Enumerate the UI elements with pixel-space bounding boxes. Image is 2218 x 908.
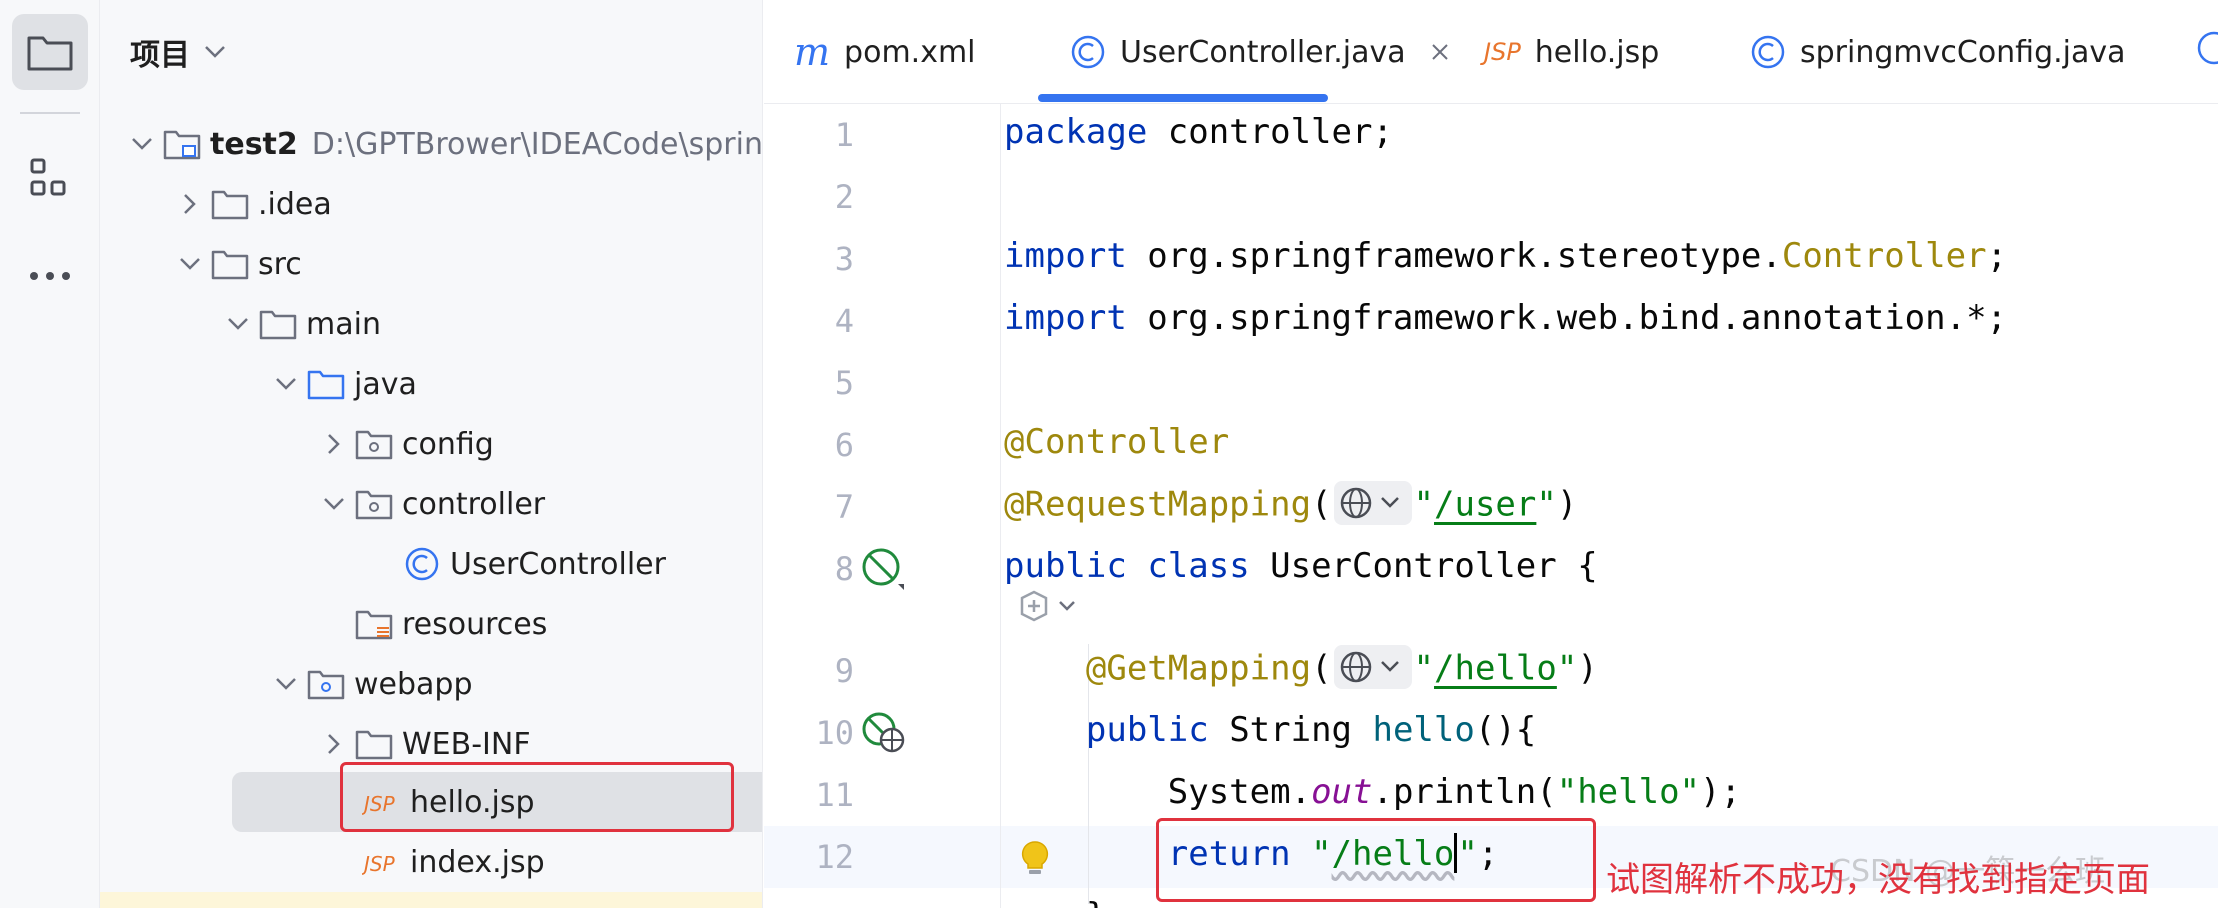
more-icon <box>30 272 70 280</box>
activity-bar <box>0 0 100 908</box>
tree-item-java[interactable]: java <box>266 354 417 414</box>
tree-item-idea[interactable]: .idea <box>170 174 332 234</box>
line-number: 12 <box>815 838 854 876</box>
tree-item-index-jsp[interactable]: JSP index.jsp <box>362 832 545 892</box>
highlight-box-hello-jsp <box>340 762 734 832</box>
tab-springmvcconfig-java[interactable]: springmvcConfig.java <box>1750 0 2126 104</box>
line-number: 8 <box>834 550 854 588</box>
ai-sparkle-icon[interactable] <box>1016 588 1082 628</box>
tree-item-test2[interactable]: test2 D:\GPTBrower\IDEACode\springb <box>122 114 762 174</box>
web-folder-icon <box>306 654 346 714</box>
chevron-down-icon[interactable] <box>122 114 162 174</box>
tree-item-usercontroller[interactable]: UserController <box>402 534 666 594</box>
activity-separator <box>20 112 80 114</box>
line-number: 11 <box>815 776 854 814</box>
project-header[interactable]: 项目 <box>130 30 226 74</box>
project-tool-button[interactable] <box>12 14 88 90</box>
gutter-separator <box>1000 104 1001 908</box>
no-bean-gutter-icon[interactable] <box>860 546 906 596</box>
chevron-down-icon[interactable] <box>266 354 306 414</box>
tab-usercontroller-java[interactable]: UserController.java <box>1070 0 1450 104</box>
chevron-down-icon[interactable] <box>266 654 306 714</box>
more-tools-button[interactable] <box>12 238 88 314</box>
globe-inlay-icon[interactable] <box>1333 645 1412 689</box>
tree-item-webapp[interactable]: webapp <box>266 654 473 714</box>
chevron-right-icon[interactable] <box>314 414 354 474</box>
line-number: 4 <box>834 302 854 340</box>
class-icon <box>402 534 442 594</box>
folder-icon <box>210 234 250 294</box>
module-folder-icon <box>162 114 202 174</box>
line-number: 1 <box>834 116 854 154</box>
code-line-8[interactable]: public class UserController { <box>1004 546 1598 586</box>
resources-folder-icon <box>354 594 394 654</box>
folder-icon <box>258 294 298 354</box>
svg-text:JSP: JSP <box>362 852 396 876</box>
class-icon <box>1070 34 1106 70</box>
highlight-box-return-line <box>1156 818 1596 902</box>
web-endpoint-gutter-icon[interactable] <box>860 710 908 760</box>
tree-item-src[interactable]: src <box>170 234 302 294</box>
folder-icon <box>27 36 73 71</box>
source-root-folder-icon <box>306 354 346 414</box>
line-number: 2 <box>834 178 854 216</box>
chevron-down-icon[interactable] <box>170 234 210 294</box>
code-line-10[interactable]: public String hello(){ <box>1004 710 1536 750</box>
chevron-down-icon <box>205 46 225 58</box>
tree-item-resources[interactable]: resources <box>314 594 547 654</box>
chevron-down-icon[interactable] <box>314 474 354 534</box>
line-number: 3 <box>834 240 854 278</box>
tab-overflow[interactable] <box>2196 0 2218 104</box>
line-number: 5 <box>834 364 854 402</box>
tab-pom-xml[interactable]: m pom.xml <box>794 0 976 104</box>
tree-bottom-strip <box>100 892 762 908</box>
jsp-file-icon: JSP <box>1484 38 1521 66</box>
tree-item-controller[interactable]: controller <box>314 474 545 534</box>
active-tab-indicator <box>1038 94 1328 102</box>
package-icon <box>354 414 394 474</box>
code-line-9[interactable]: @GetMapping("/hello") <box>1004 645 1598 692</box>
line-number: 9 <box>834 652 854 690</box>
editor-tabs: m pom.xml UserController.java JSP hello.… <box>764 0 2218 104</box>
code-line-7[interactable]: @RequestMapping("/user") <box>1004 481 1577 528</box>
chevron-down-icon[interactable] <box>218 294 258 354</box>
code-line-13[interactable]: } <box>1004 896 1106 908</box>
folder-icon <box>210 174 250 234</box>
code-editor[interactable]: 1 2 3 4 5 6 7 8 9 10 11 12 package contr… <box>764 104 2218 908</box>
maven-icon: m <box>794 30 831 74</box>
structure-icon <box>30 158 66 196</box>
code-line-6[interactable]: @Controller <box>1004 422 1229 462</box>
package-icon <box>354 474 394 534</box>
code-line-3[interactable]: import org.springframework.stereotype.Co… <box>1004 236 2007 276</box>
class-icon <box>2196 30 2218 74</box>
chevron-right-icon[interactable] <box>170 174 210 234</box>
tree-item-config[interactable]: config <box>314 414 494 474</box>
structure-tool-button[interactable] <box>12 140 88 216</box>
class-icon <box>1750 34 1786 70</box>
jsp-file-icon: JSP <box>362 832 402 892</box>
tab-hello-jsp[interactable]: JSP hello.jsp <box>1484 0 1659 104</box>
line-number: 10 <box>815 714 854 752</box>
error-annotation: 试图解析不成功，没有找到指定页面 <box>1606 860 2150 900</box>
line-number: 6 <box>834 426 854 464</box>
close-icon[interactable] <box>1430 42 1450 62</box>
code-line-1[interactable]: package controller; <box>1004 112 1393 152</box>
line-number: 7 <box>834 488 854 526</box>
tree-item-main[interactable]: main <box>218 294 381 354</box>
code-line-4[interactable]: import org.springframework.web.bind.anno… <box>1004 298 2007 338</box>
project-title: 项目 <box>130 38 190 73</box>
code-line-11[interactable]: System.out.println("hello"); <box>1004 772 1741 812</box>
globe-inlay-icon[interactable] <box>1333 481 1412 525</box>
